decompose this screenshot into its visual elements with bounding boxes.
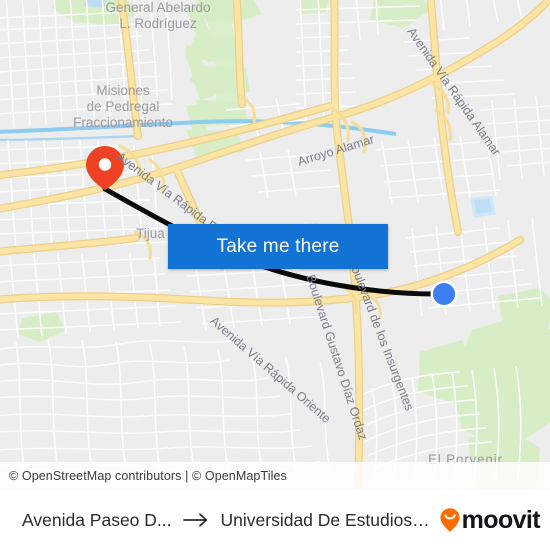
take-me-there-label: Take me there: [216, 235, 340, 257]
take-me-there-button[interactable]: Take me there: [168, 224, 388, 269]
moovit-logo[interactable]: moovit: [439, 505, 541, 535]
moovit-pin-smile-icon: [439, 507, 461, 533]
origin-station-label[interactable]: Avenida Paseo D...: [22, 510, 172, 531]
map-canvas[interactable]: General Abelardo L. Rodríguez Misiones d…: [0, 0, 550, 490]
destination-marker: [430, 280, 458, 308]
trip-summary-footer: Avenida Paseo D... Universidad De Estudi…: [0, 490, 550, 550]
arrow-right-icon: [182, 512, 210, 528]
destination-station-label[interactable]: Universidad De Estudios Avan...: [221, 510, 431, 531]
map-attribution: © OpenStreetMap contributors | © OpenMap…: [0, 462, 550, 490]
attribution-text: © OpenStreetMap contributors | © OpenMap…: [9, 469, 287, 483]
moovit-wordmark: moovit: [461, 505, 541, 534]
moovit-trip-map-screen: General Abelardo L. Rodríguez Misiones d…: [0, 0, 550, 550]
